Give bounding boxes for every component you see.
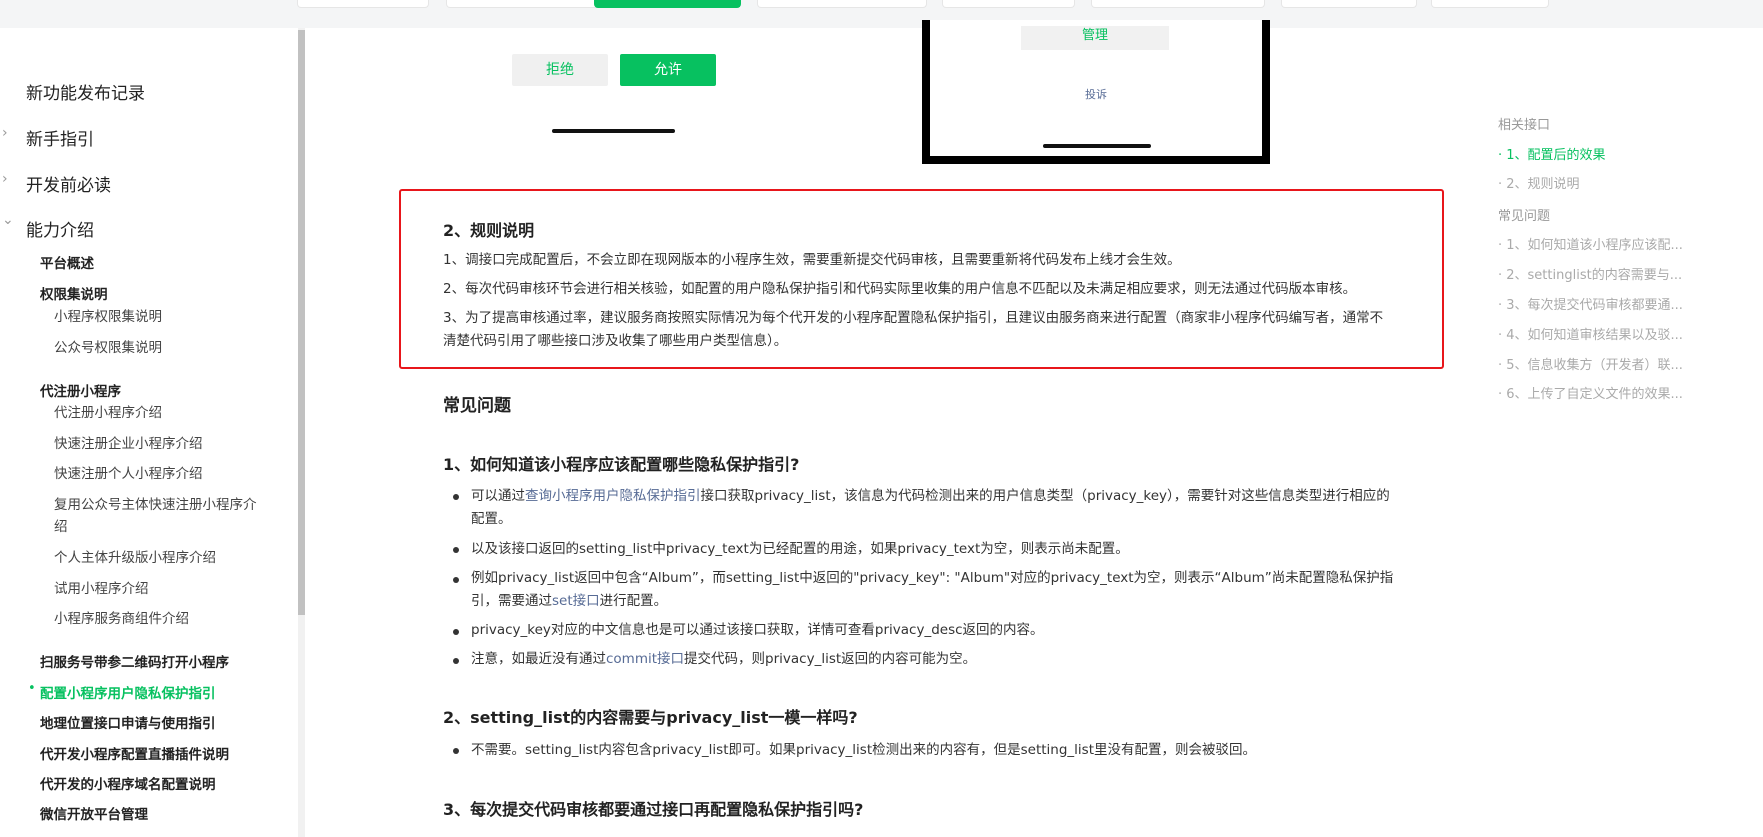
toc-item-rules[interactable]: · 2、规则说明 (1498, 173, 1580, 192)
preview-complain-link: 投诉 (1085, 88, 1107, 101)
top-tab[interactable] (942, 0, 1075, 8)
faq-question-1: 1、如何知道该小程序应该配置哪些隐私保护指引? (443, 455, 800, 474)
top-tab[interactable] (446, 0, 610, 8)
rules-paragraph-1: 1、调接口完成配置后，不会立即在现网版本的小程序生效，需要重新提交代码审核，且需… (443, 252, 1181, 268)
toc-item-faq-2[interactable]: · 2、settinglist的内容需要与... (1498, 264, 1682, 283)
faq-question-3: 3、每次提交代码审核都要通过接口再配置隐私保护指引吗? (443, 800, 864, 819)
top-tab[interactable] (1091, 0, 1265, 8)
top-tab[interactable] (1281, 0, 1417, 8)
list-item-text: 可以通过 (471, 488, 525, 504)
sidebar-group-register[interactable]: 代注册小程序 (40, 380, 121, 400)
toc-item-faq-5[interactable]: · 5、信息收集方（开发者）联... (1498, 354, 1683, 373)
sidebar-scrollbar-thumb[interactable] (298, 30, 305, 615)
phone-home-indicator (1043, 144, 1151, 148)
sidebar-group-permissions[interactable]: 权限集说明 (40, 283, 108, 303)
list-item: 以及该接口返回的setting_list中privacy_text为已经配置的用… (471, 541, 1129, 557)
list-bullet (453, 547, 459, 553)
top-tab-strip (0, 0, 1763, 28)
list-item: 不需要。setting_list内容包含privacy_list即可。如果pri… (471, 742, 1257, 758)
top-tab-active[interactable] (594, 0, 741, 8)
toc-section-related-api[interactable]: 相关接口 (1498, 114, 1550, 133)
preview-allow-button: 允许 (620, 54, 716, 86)
query-privacy-guide-link[interactable]: 查询小程序用户隐私保护指引 (525, 488, 701, 504)
top-tab[interactable] (297, 0, 429, 8)
sidebar-item-fast-register-enterprise[interactable]: 快速注册企业小程序介绍 (54, 434, 203, 455)
sidebar-item-miniprogram-permissions[interactable]: 小程序权限集说明 (54, 307, 162, 328)
faq-question-2: 2、setting_list的内容需要与privacy_list一模一样吗? (443, 708, 858, 727)
sidebar-item-open-platform[interactable]: 微信开放平台管理 (40, 803, 148, 823)
list-item: 例如privacy_list返回中包含“Album”，而setting_list… (471, 567, 1396, 613)
sidebar-item-domain-config[interactable]: 代开发的小程序域名配置说明 (40, 773, 216, 793)
sidebar-item-reuse-account-register-wrap[interactable]: 绍 (54, 517, 68, 538)
sidebar-item-scan-qrcode[interactable]: 扫服务号带参二维码打开小程序 (40, 651, 229, 671)
sidebar-item-reuse-account-register[interactable]: 复用公众号主体快速注册小程序介 (54, 495, 257, 516)
list-bullet (453, 658, 459, 664)
sidebar-item-capabilities[interactable]: 能力介绍 (26, 216, 94, 241)
sidebar-item-personal-upgrade[interactable]: 个人主体升级版小程序介绍 (54, 548, 216, 569)
rules-paragraph-2: 2、每次代码审核环节会进行相关核验，如配置的用户隐私保护指引和代码实际里收集的用… (443, 281, 1357, 297)
toc-item-faq-6[interactable]: · 6、上传了自定义文件的效果... (1498, 383, 1683, 402)
list-bullet (453, 577, 459, 583)
active-bullet-icon: • (28, 681, 36, 696)
top-tab[interactable] (1431, 0, 1549, 8)
list-item: privacy_key对应的中文信息也是可以通过该接口获取，详情可查看priva… (471, 622, 1044, 638)
top-tab[interactable] (757, 0, 927, 8)
rules-paragraph-3: 3、为了提高审核通过率，建议服务商按照实际情况为每个代开发的小程序配置隐私保护指… (443, 310, 1384, 349)
phone-home-indicator (552, 129, 675, 133)
sidebar-item-beginner-guide[interactable]: 新手指引 (26, 125, 94, 150)
rules-heading: 2、规则说明 (443, 221, 535, 240)
sidebar-item-provider-components[interactable]: 小程序服务商组件介绍 (54, 609, 189, 630)
faq-heading: 常见问题 (443, 396, 511, 416)
sidebar-item-fast-register-personal[interactable]: 快速注册个人小程序介绍 (54, 464, 203, 485)
list-bullet (453, 494, 459, 500)
list-bullet (453, 748, 459, 754)
toc-item-faq-4[interactable]: · 4、如何知道审核结果以及驳... (1498, 324, 1683, 343)
sidebar-item-location-api[interactable]: 地理位置接口申请与使用指引 (40, 712, 216, 732)
sidebar-item-before-dev[interactable]: 开发前必读 (26, 171, 111, 196)
toc-section-faq[interactable]: 常见问题 (1498, 205, 1550, 224)
toc-item-effect[interactable]: · 1、配置后的效果 (1498, 144, 1606, 163)
set-api-link[interactable]: set接口 (552, 593, 600, 609)
sidebar-item-release-notes[interactable]: 新功能发布记录 (26, 79, 145, 104)
toc-item-faq-3[interactable]: · 3、每次提交代码审核都要通... (1498, 294, 1683, 313)
list-item: 可以通过查询小程序用户隐私保护指引接口获取privacy_list，该信息为代码… (471, 485, 1396, 531)
chevron-right-icon[interactable]: › (2, 125, 8, 141)
sidebar-item-privacy-guide[interactable]: 配置小程序用户隐私保护指引 (40, 682, 216, 702)
chevron-down-icon[interactable]: ⌄ (2, 212, 14, 228)
list-item-text: 注意，如最近没有通过 (471, 651, 606, 667)
commit-api-link[interactable]: commit接口 (606, 651, 684, 667)
sidebar-item-official-account-permissions[interactable]: 公众号权限集说明 (54, 338, 162, 359)
preview-reject-button: 拒绝 (512, 54, 608, 86)
list-bullet (453, 629, 459, 635)
chevron-right-icon[interactable]: › (2, 171, 8, 187)
sidebar-item-trial-miniprogram[interactable]: 试用小程序介绍 (54, 579, 149, 600)
sidebar-item-register-intro[interactable]: 代注册小程序介绍 (54, 403, 162, 424)
toc-item-faq-1[interactable]: · 1、如何知道该小程序应该配... (1498, 234, 1683, 253)
sidebar-item-live-plugin[interactable]: 代开发小程序配置直播插件说明 (40, 743, 229, 763)
preview-manage-button: 管理 (1021, 26, 1169, 50)
list-item: 注意，如最近没有通过commit接口提交代码，则privacy_list返回的内… (471, 648, 1396, 671)
list-item-text: 进行配置。 (599, 593, 668, 609)
list-item-text: 提交代码，则privacy_list返回的内容可能为空。 (684, 651, 977, 667)
sidebar-item-platform-overview[interactable]: 平台概述 (40, 252, 94, 272)
